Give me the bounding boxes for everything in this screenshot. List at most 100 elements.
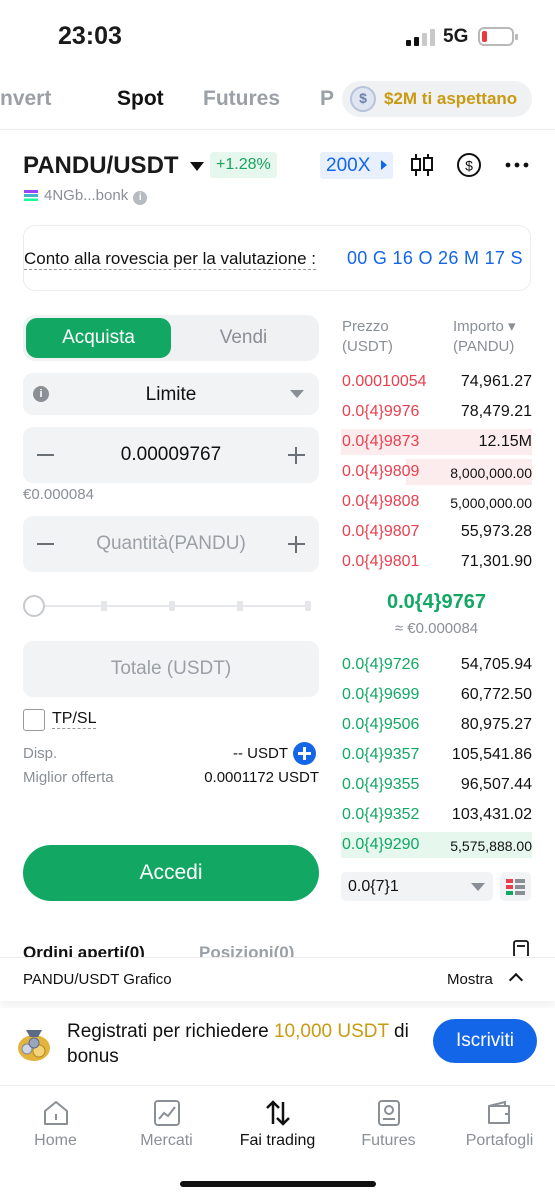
order-type-select[interactable]: i Limite	[23, 373, 319, 415]
tab-open-orders[interactable]: Ordini aperti(0)	[23, 943, 145, 957]
bid-row[interactable]: 0.0{4}9355 96,507.44	[341, 770, 532, 800]
dollar-circle-icon[interactable]: $	[454, 150, 484, 180]
tab-spot[interactable]: Spot	[117, 87, 164, 111]
bid-row[interactable]: 0.0{4}9290 5,575,888.00	[341, 830, 532, 860]
bid-amount: 60,772.50	[460, 686, 532, 703]
nav-home[interactable]: Home	[0, 1086, 111, 1166]
bid-price: 0.0{4}9290	[342, 836, 420, 853]
ask-row[interactable]: 0.00010054 74,961.27	[341, 367, 532, 397]
signal-icon	[406, 29, 436, 46]
price-fiat-value: €0.000084	[23, 486, 94, 503]
nav-markets[interactable]: Mercati	[111, 1086, 222, 1166]
ask-price: 0.0{4}9809	[342, 463, 420, 480]
book-layout-icon[interactable]	[500, 872, 531, 901]
countdown-label: Conto alla rovescia per la valutazione :	[24, 249, 316, 270]
ask-row[interactable]: 0.0{4}9808 5,000,000.00	[341, 487, 532, 517]
ask-row[interactable]: 0.0{4}9976 78,479.21	[341, 397, 532, 427]
bid-row[interactable]: 0.0{4}9726 54,705.94	[341, 650, 532, 680]
ask-row[interactable]: 0.0{4}9873 12.15M	[341, 427, 532, 457]
ask-amount: 12.15M	[478, 433, 532, 450]
slider-tick[interactable]	[305, 601, 311, 611]
coin-icon	[350, 86, 376, 112]
ask-row[interactable]: 0.0{4}9807 55,973.28	[341, 517, 532, 547]
login-button[interactable]: Accedi	[23, 845, 319, 901]
ask-row[interactable]: 0.0{4}9801 71,301.90	[341, 547, 532, 577]
bid-amount: 5,575,888.00	[450, 838, 532, 854]
bid-amount: 54,705.94	[460, 656, 532, 673]
bid-amount: 80,975.27	[460, 716, 532, 733]
leverage-button[interactable]: 200X	[320, 152, 393, 179]
network-type: 5G	[443, 26, 469, 47]
bonus-amount: 10,000 USDT	[273, 1021, 389, 1042]
ob-amount-header[interactable]: Importo ▾ (PANDU)	[453, 317, 516, 357]
precision-select[interactable]: 0.0{7}1	[341, 872, 493, 901]
buy-tab[interactable]: Acquista	[26, 318, 171, 358]
divider	[0, 129, 555, 130]
amount-slider[interactable]	[23, 594, 313, 618]
bid-price: 0.0{4}9352	[342, 806, 420, 823]
bid-row[interactable]: 0.0{4}9699 60,772.50	[341, 680, 532, 710]
bid-row[interactable]: 0.0{4}9357 105,541.86	[341, 740, 532, 770]
nav-trade[interactable]: Fai trading	[222, 1086, 333, 1166]
chart-bar[interactable]: PANDU/USDT Grafico Mostra	[0, 957, 555, 1001]
ask-price: 0.0{4}9801	[342, 553, 420, 570]
last-price: 0.0{4}9767	[387, 591, 486, 613]
bid-price: 0.0{4}9357	[342, 746, 420, 763]
home-icon	[44, 1101, 68, 1125]
markets-chart-icon	[154, 1100, 180, 1126]
nav-wallet[interactable]: Portafogli	[444, 1086, 555, 1166]
ask-amount: 5,000,000.00	[450, 495, 532, 511]
candlestick-icon[interactable]	[407, 150, 437, 180]
slider-knob[interactable]	[23, 595, 45, 617]
chevron-up-icon[interactable]	[508, 972, 524, 988]
total-field[interactable]: Totale (USDT)	[23, 641, 319, 697]
plus-icon[interactable]	[288, 536, 305, 553]
plus-icon[interactable]	[288, 447, 305, 464]
add-funds-button[interactable]	[293, 742, 316, 765]
price-change-badge: +1.28%	[210, 152, 277, 178]
signup-button[interactable]: Iscriviti	[433, 1019, 537, 1063]
ask-amount: 8,000,000.00	[450, 465, 532, 481]
ask-price: 0.0{4}9807	[342, 523, 420, 540]
buy-sell-toggle: Acquista Vendi	[23, 315, 319, 361]
ask-amount: 71,301.90	[460, 553, 532, 570]
ob-price-header: Prezzo (USDT)	[342, 318, 393, 355]
tpsl-checkbox[interactable]	[23, 709, 45, 731]
promo-pill[interactable]: $2M ti aspettano	[342, 81, 532, 117]
quantity-input[interactable]: Quantità(PANDU)	[23, 533, 319, 555]
bid-price: 0.0{4}9506	[342, 716, 420, 733]
contract-address[interactable]: 4NGb...bonk i	[24, 187, 148, 205]
slider-tick[interactable]	[169, 601, 175, 611]
slider-tick[interactable]	[101, 601, 107, 611]
status-bar: 23:03 5G	[0, 0, 555, 70]
chevron-down-icon	[471, 883, 485, 891]
tab-futures[interactable]: Futures	[203, 87, 280, 111]
tab-positions[interactable]: Posizioni(0)	[199, 943, 294, 957]
trade-arrows-icon	[266, 1100, 290, 1126]
price-input[interactable]: 0.00009767	[23, 444, 319, 466]
bid-row[interactable]: 0.0{4}9352 103,431.02	[341, 800, 532, 830]
total-input[interactable]: Totale (USDT)	[23, 658, 319, 680]
ask-price: 0.00010054	[342, 373, 427, 390]
ask-row[interactable]: 0.0{4}9809 8,000,000.00	[341, 457, 532, 487]
solana-icon	[24, 190, 38, 201]
sell-tab[interactable]: Vendi	[171, 318, 316, 358]
nav-futures[interactable]: Futures	[333, 1086, 444, 1166]
slider-tick[interactable]	[237, 601, 243, 611]
evaluation-countdown: Conto alla rovescia per la valutazione :…	[23, 225, 531, 291]
tpsl-label[interactable]: TP/SL	[52, 710, 97, 729]
bid-price: 0.0{4}9699	[342, 686, 420, 703]
ask-amount: 55,973.28	[460, 523, 532, 540]
more-icon[interactable]	[502, 150, 532, 180]
pair-title[interactable]: PANDU/USDT	[23, 152, 179, 180]
info-icon[interactable]: i	[133, 191, 148, 205]
money-bag-icon	[18, 1030, 50, 1061]
orders-history-icon[interactable]	[512, 940, 532, 956]
tab-convert[interactable]: Convert	[0, 87, 51, 111]
price-stepper: 0.00009767	[23, 427, 319, 483]
chart-toggle-label[interactable]: Mostra	[447, 971, 493, 988]
tab-partial[interactable]: P	[320, 87, 334, 111]
pair-dropdown-icon[interactable]	[190, 162, 204, 171]
futures-document-icon	[378, 1100, 400, 1126]
bid-row[interactable]: 0.0{4}9506 80,975.27	[341, 710, 532, 740]
